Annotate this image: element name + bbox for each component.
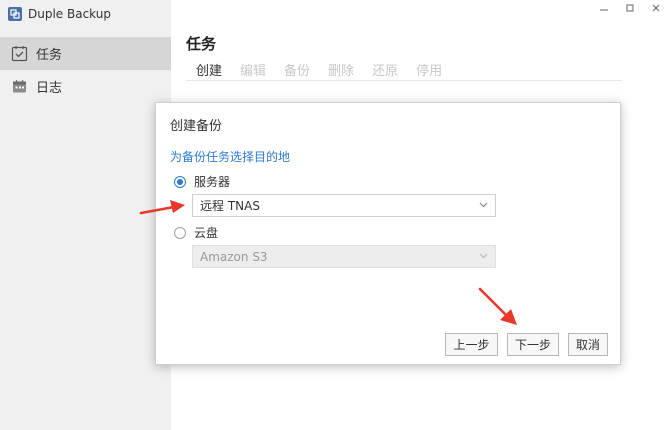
maximize-icon xyxy=(626,4,634,12)
cloud-select: Amazon S3 xyxy=(192,245,496,268)
server-select-value: 远程 TNAS xyxy=(200,199,260,213)
minimize-icon xyxy=(600,9,608,11)
server-option-label: 服务器 xyxy=(194,175,231,189)
sidebar-item-tasks[interactable]: 任务 xyxy=(0,37,171,70)
server-select[interactable]: 远程 TNAS xyxy=(192,194,496,217)
create-backup-dialog: 创建备份 为备份任务选择目的地 服务器 远程 TNAS 云盘 Amazon S3… xyxy=(155,102,621,365)
chevron-down-icon xyxy=(479,253,488,259)
calendar-check-icon xyxy=(11,45,28,62)
dialog-subtitle: 为备份任务选择目的地 xyxy=(170,150,291,164)
delete-button[interactable]: 删除 xyxy=(328,60,354,79)
dialog-title: 创建备份 xyxy=(170,119,223,134)
sidebar: Duple Backup 任务 日志 xyxy=(0,0,171,430)
edit-button[interactable]: 编辑 xyxy=(240,60,266,79)
restore-button[interactable]: 还原 xyxy=(372,60,398,79)
maximize-button[interactable] xyxy=(623,2,637,14)
cancel-button[interactable]: 取消 xyxy=(568,333,608,356)
server-option[interactable]: 服务器 xyxy=(174,173,230,190)
create-button[interactable]: 创建 xyxy=(196,60,222,79)
disable-button[interactable]: 停用 xyxy=(416,60,442,79)
minimize-button[interactable] xyxy=(597,2,611,14)
next-step-button[interactable]: 下一步 xyxy=(507,333,559,356)
prev-step-button[interactable]: 上一步 xyxy=(445,333,498,356)
cloud-option-label: 云盘 xyxy=(194,226,219,240)
app-logo-icon xyxy=(8,7,22,21)
chevron-down-icon xyxy=(479,202,488,208)
app-title: Duple Backup xyxy=(28,7,111,21)
cloud-select-value: Amazon S3 xyxy=(200,249,268,264)
cloud-radio[interactable] xyxy=(174,226,186,239)
sidebar-item-label: 日志 xyxy=(36,81,63,96)
close-icon xyxy=(652,4,660,12)
close-window-button[interactable] xyxy=(649,2,663,14)
toolbar: 创建 编辑 备份 删除 还原 停用 xyxy=(186,58,622,81)
backup-button[interactable]: 备份 xyxy=(284,60,310,79)
page-title: 任务 xyxy=(186,35,217,53)
calendar-icon xyxy=(11,78,28,95)
cloud-option[interactable]: 云盘 xyxy=(174,224,218,241)
sidebar-item-label: 任务 xyxy=(36,48,63,63)
server-radio[interactable] xyxy=(174,175,186,188)
sidebar-item-logs[interactable]: 日志 xyxy=(0,70,171,103)
app-title-bar: Duple Backup xyxy=(8,5,111,23)
